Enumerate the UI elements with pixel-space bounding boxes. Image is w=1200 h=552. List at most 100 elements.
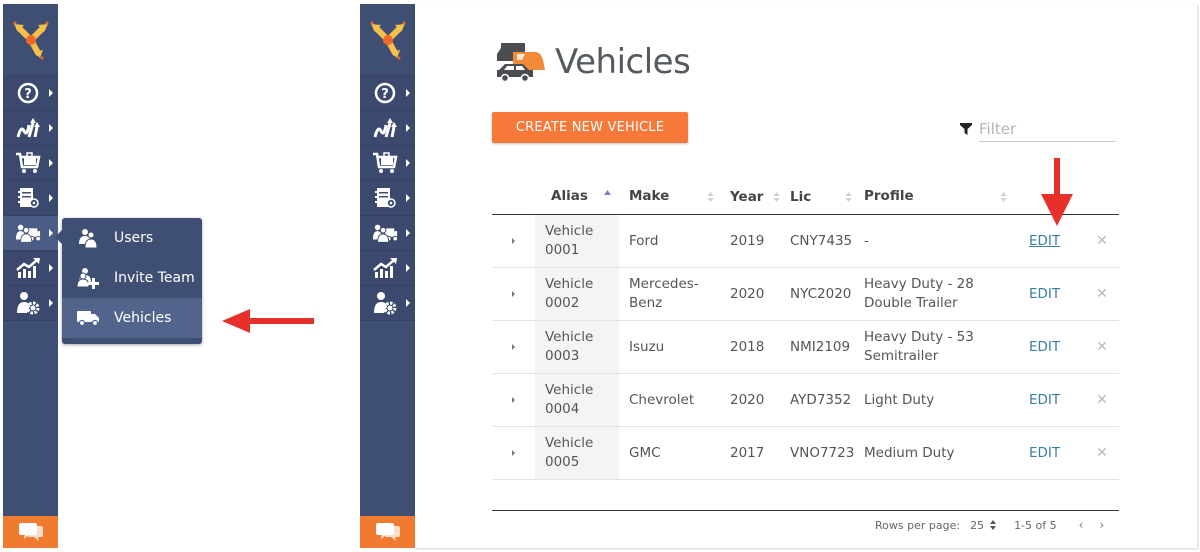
next-page-button[interactable]: › [1099, 518, 1104, 532]
row-expand-caret-icon[interactable] [512, 397, 515, 403]
expand-caret-icon [49, 194, 53, 202]
flyout-item-vehicles[interactable]: Vehicles [62, 298, 202, 338]
column-label: Year [730, 188, 764, 205]
cell-profile: - [864, 232, 869, 249]
team-vehicles-icon [372, 221, 398, 245]
column-header-year[interactable]: Year [720, 179, 780, 214]
column-header-make[interactable]: Make [619, 179, 720, 214]
expand-caret-icon [406, 194, 410, 202]
select-updown-icon[interactable] [990, 520, 997, 530]
analytics-icon [372, 256, 398, 280]
sidebar-item-account[interactable] [360, 286, 415, 321]
sidebar-item-help[interactable]: ? [360, 76, 415, 111]
cart-icon [15, 151, 41, 175]
table-row: Vehicle 0003 Isuzu 2018 NMI2109 Heavy Du… [492, 321, 1119, 374]
edit-link[interactable]: EDIT [1029, 286, 1060, 302]
filter-input[interactable] [979, 116, 1116, 142]
row-expand-caret-icon[interactable] [512, 450, 515, 456]
rows-per-page-label: Rows per page: [875, 518, 961, 532]
expand-caret-icon [49, 89, 53, 97]
prev-page-button[interactable]: ‹ [1079, 518, 1084, 532]
routes-icon [372, 116, 398, 140]
truck-icon [76, 307, 100, 329]
sort-neutral-icon [707, 191, 714, 202]
row-expand-caret-icon[interactable] [512, 291, 515, 297]
svg-text:?: ? [24, 87, 32, 102]
app-logo[interactable] [3, 4, 58, 76]
sidebar-right: ? [360, 4, 415, 548]
filter-funnel-icon [960, 123, 972, 135]
edit-link[interactable]: EDIT [1029, 392, 1060, 408]
chat-bubbles-icon [18, 523, 43, 541]
flyout-item-users[interactable]: Users [62, 218, 202, 258]
column-label: Lic [790, 188, 812, 205]
sidebar-item-analytics[interactable] [360, 251, 415, 286]
cell-alias: Vehicle 0004 [535, 374, 619, 426]
sidebar-item-team[interactable] [360, 216, 415, 251]
chat-button[interactable] [360, 516, 415, 548]
edit-link[interactable]: EDIT [1029, 445, 1060, 461]
delete-x-icon[interactable]: ✕ [1096, 286, 1108, 302]
app-logo[interactable] [360, 4, 415, 76]
rows-per-page-select[interactable]: 25 [970, 519, 984, 532]
sidebar-item-team[interactable] [3, 216, 58, 251]
column-label: Alias [551, 188, 588, 204]
row-expand-caret-icon[interactable] [512, 344, 515, 350]
sidebar-item-help[interactable]: ? [3, 76, 58, 111]
cell-year: 2020 [730, 286, 765, 302]
vehicles-page: Vehicles CREATE NEW VEHICLE Alias Make Y… [415, 4, 1197, 548]
sidebar-item-analytics[interactable] [3, 251, 58, 286]
create-new-vehicle-button[interactable]: CREATE NEW VEHICLE [492, 112, 688, 143]
svg-text:?: ? [381, 87, 389, 102]
page-title: Vehicles [555, 42, 691, 82]
cell-profile: Heavy Duty - 28 Double Trailer [864, 276, 974, 311]
page-range: 1-5 of 5 [1014, 518, 1057, 532]
cell-make: Ford [629, 232, 659, 249]
flyout-item-label: Vehicles [114, 310, 172, 326]
column-header-lic[interactable]: Lic [780, 179, 860, 214]
delete-x-icon[interactable]: ✕ [1096, 339, 1108, 355]
row-expand-caret-icon[interactable] [512, 238, 515, 244]
sidebar-left: ? [3, 4, 58, 548]
column-header-profile[interactable]: Profile [860, 179, 1025, 214]
column-header-alias[interactable]: Alias [535, 179, 619, 214]
cell-year: 2019 [730, 233, 765, 249]
table-row: Vehicle 0002 Mercedes-Benz 2020 NYC2020 … [492, 268, 1119, 321]
logo-icon [370, 21, 405, 59]
sidebar-item-addresses[interactable] [3, 181, 58, 216]
cell-profile: Light Duty [864, 391, 935, 408]
delete-x-icon[interactable]: ✕ [1096, 445, 1108, 461]
column-label: Profile [864, 188, 914, 204]
sidebar-item-routes[interactable] [360, 111, 415, 146]
sidebar-item-routes[interactable] [3, 111, 58, 146]
table-footer-divider [492, 510, 1119, 511]
edit-link[interactable]: EDIT [1029, 339, 1060, 355]
cell-lic: NMI2109 [790, 339, 851, 355]
annotation-arrow-left-icon [222, 309, 314, 333]
sidebar-nav: ? [360, 76, 415, 321]
expand-caret-icon [406, 89, 410, 97]
expand-caret-icon [406, 299, 410, 307]
sidebar-item-orders[interactable] [3, 146, 58, 181]
cell-make: GMC [629, 444, 661, 461]
cell-year: 2017 [730, 445, 765, 461]
annotation-arrow-down-icon [1041, 158, 1073, 226]
vehicles-fleet-icon [497, 43, 545, 83]
sidebar-item-orders[interactable] [360, 146, 415, 181]
edit-link[interactable]: EDIT [1029, 233, 1060, 249]
sort-neutral-icon [1000, 191, 1007, 202]
flyout-item-invite-team[interactable]: Invite Team [62, 258, 202, 298]
chat-button[interactable] [3, 516, 58, 548]
sidebar-item-addresses[interactable] [360, 181, 415, 216]
table-row: Vehicle 0001 Ford 2019 CNY7435 - EDIT ✕ [492, 215, 1119, 268]
analytics-icon [15, 256, 41, 280]
sidebar-item-account[interactable] [3, 286, 58, 321]
delete-x-icon[interactable]: ✕ [1096, 392, 1108, 408]
delete-column-header [1085, 179, 1119, 214]
expand-caret-icon [49, 229, 53, 237]
cell-lic: CNY7435 [790, 233, 853, 249]
delete-x-icon[interactable]: ✕ [1096, 233, 1108, 249]
cell-year: 2018 [730, 339, 765, 355]
sort-neutral-icon [845, 191, 852, 202]
table-body: Vehicle 0001 Ford 2019 CNY7435 - EDIT ✕ … [492, 215, 1119, 480]
